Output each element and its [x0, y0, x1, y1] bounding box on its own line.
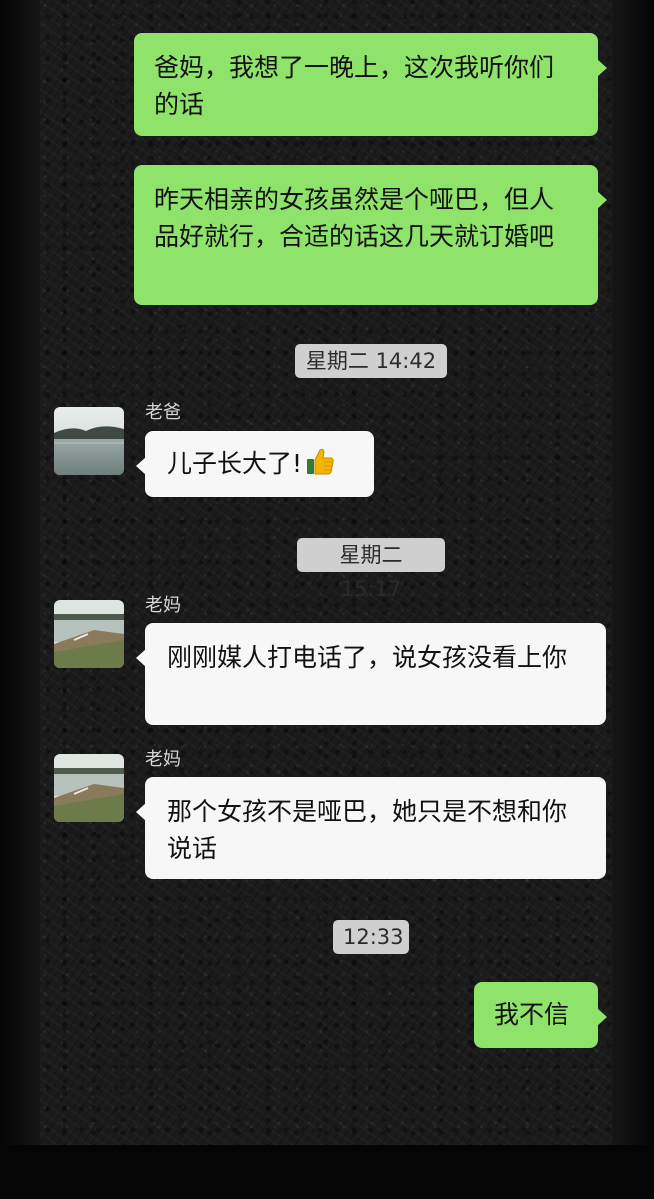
timestamp-badge: 12:33: [333, 920, 409, 954]
message-text: 那个女孩不是哑巴，她只是不想和你说话: [167, 797, 568, 863]
left-edge-shade: [0, 0, 40, 1145]
sender-name: 老爸: [145, 402, 181, 423]
message-text: 儿子长大了!: [167, 449, 303, 478]
message-text: 刚刚媒人打电话了，说女孩没看上你: [167, 643, 568, 672]
thumbs-up-icon: [307, 448, 334, 475]
dad-avatar[interactable]: [54, 407, 124, 475]
timestamp-badge: 星期二 14:42: [295, 344, 447, 378]
outgoing-message-bubble[interactable]: 我不信: [474, 982, 607, 1048]
incoming-message-bubble[interactable]: 儿子长大了!: [136, 431, 374, 497]
outgoing-message-bubble[interactable]: 爸妈，我想了一晚上，这次我听你们的话: [134, 33, 607, 136]
incoming-message-bubble[interactable]: 那个女孩不是哑巴，她只是不想和你说话: [136, 777, 606, 879]
timestamp-badge: 星期二 15:17: [297, 538, 445, 601]
message-text: 爸妈，我想了一晚上，这次我听你们的话: [154, 53, 555, 119]
right-edge-shade: [612, 0, 654, 1145]
mom-avatar[interactable]: [54, 600, 124, 668]
chat-screen: 爸妈，我想了一晚上，这次我听你们的话 昨天相亲的女孩虽然是个哑巴，但人品好就行，…: [0, 0, 654, 1199]
message-text: 我不信: [494, 1000, 570, 1029]
sender-name: 老妈: [145, 595, 181, 616]
message-text: 昨天相亲的女孩虽然是个哑巴，但人品好就行，合适的话这几天就订婚吧: [154, 185, 555, 251]
bottom-bar: [0, 1145, 654, 1199]
outgoing-message-bubble[interactable]: 昨天相亲的女孩虽然是个哑巴，但人品好就行，合适的话这几天就订婚吧: [134, 165, 607, 305]
mom-avatar[interactable]: [54, 754, 124, 822]
sender-name: 老妈: [145, 749, 181, 770]
incoming-message-bubble[interactable]: 刚刚媒人打电话了，说女孩没看上你: [136, 623, 606, 725]
